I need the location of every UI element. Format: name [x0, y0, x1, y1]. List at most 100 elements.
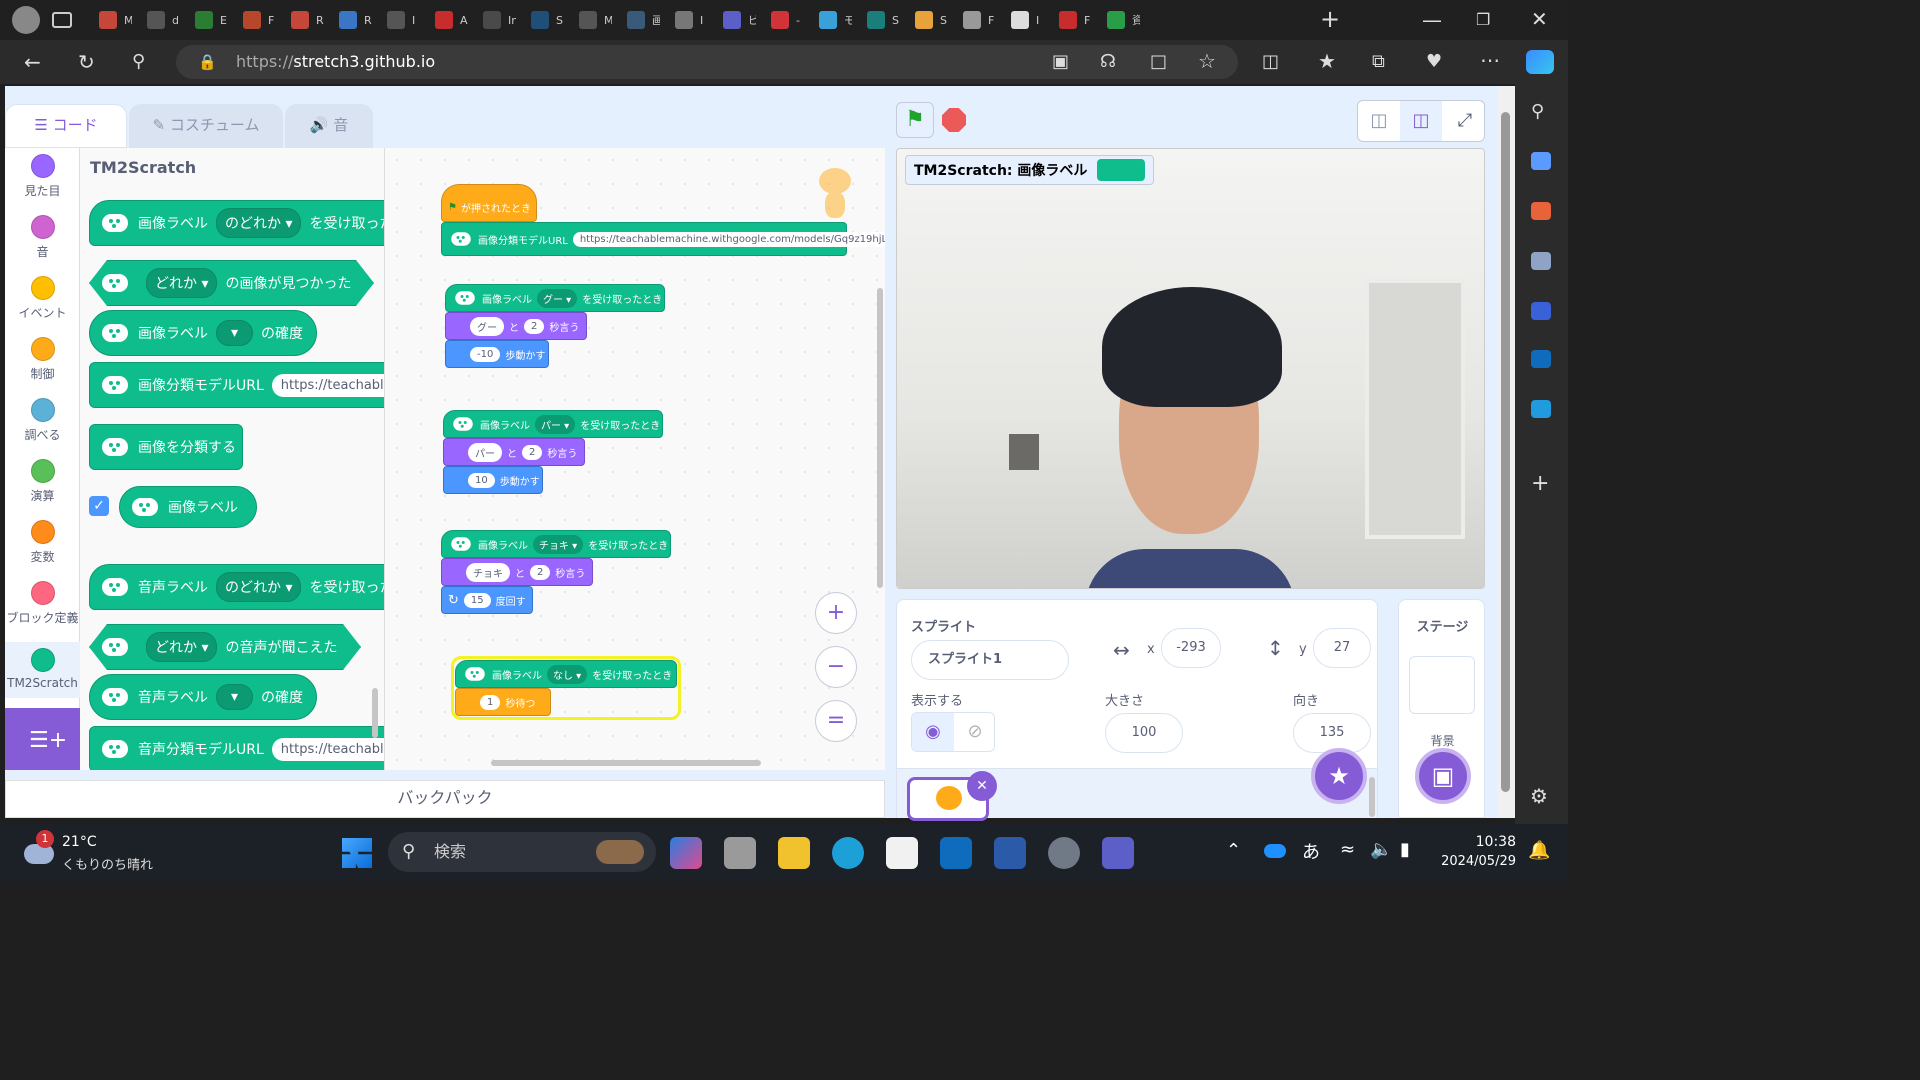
notification-bell-icon[interactable]: 🔔: [1528, 840, 1550, 861]
browser-tab-title[interactable]: F: [988, 14, 996, 27]
palette-scrollbar[interactable]: [372, 688, 378, 738]
clock-date[interactable]: 2024/05/29: [1440, 854, 1516, 869]
tools-icon[interactable]: [1531, 202, 1551, 220]
browser-tab-favicon[interactable]: [1059, 11, 1077, 29]
label-dropdown[interactable]: ▾: [216, 320, 254, 346]
zoom-in-button[interactable]: +: [815, 592, 857, 634]
wait-secs-field[interactable]: 1: [480, 694, 501, 710]
refresh-icon[interactable]: ↻: [78, 52, 95, 72]
degrees-field[interactable]: 15: [463, 592, 491, 608]
fullscreen-icon[interactable]: ⤢: [1444, 101, 1486, 141]
label-dropdown[interactable]: チョキ ▾: [533, 534, 584, 554]
browser-tab-favicon[interactable]: [579, 11, 597, 29]
back-icon[interactable]: ←: [24, 52, 41, 72]
browser-tab-title[interactable]: M: [604, 14, 612, 27]
hide-eye-icon[interactable]: ⊘: [954, 713, 994, 751]
browser-tab-favicon[interactable]: [435, 11, 453, 29]
model-url-field[interactable]: https://teachablemachine.withgoogle.com/…: [572, 231, 885, 247]
browser-tab-favicon[interactable]: [771, 11, 789, 29]
browser-tab-favicon[interactable]: [819, 11, 837, 29]
steps-field[interactable]: 10: [468, 472, 495, 488]
label-dropdown[interactable]: ▾: [216, 684, 254, 710]
browser-tab-title[interactable]: d: [172, 14, 180, 27]
when-label-received-block[interactable]: 画像ラベル なし ▾ を受け取ったとき: [455, 660, 677, 688]
performance-icon[interactable]: ♥: [1426, 52, 1442, 72]
microsoft365-icon[interactable]: [1531, 302, 1551, 320]
word-app-icon[interactable]: [994, 837, 1026, 869]
browser-tab-title[interactable]: F: [268, 14, 276, 27]
add-sidebar-icon[interactable]: +: [1531, 473, 1549, 495]
favorites-icon[interactable]: ★: [1318, 51, 1336, 71]
say-for-secs-block[interactable]: チョキ と 2 秒言う: [441, 558, 593, 586]
browser-tab-favicon[interactable]: [531, 11, 549, 29]
browser-tab-favicon[interactable]: [243, 11, 261, 29]
secs-field[interactable]: 2: [524, 318, 545, 334]
browser-tab-title[interactable]: In: [508, 14, 516, 27]
browser-tab-favicon[interactable]: [195, 11, 213, 29]
label-dropdown[interactable]: なし ▾: [547, 664, 588, 684]
start-windows-icon[interactable]: [342, 838, 372, 868]
category-2[interactable]: イベント: [5, 276, 80, 321]
block-palette[interactable]: TM2Scratch 画像ラベル のどれか ▾ を受け取った どれか ▾ の画像…: [80, 148, 385, 770]
weather-cloud-icon[interactable]: [24, 844, 54, 864]
collections-icon[interactable]: ⧉: [1372, 52, 1385, 72]
block-image-found[interactable]: どれか ▾ の画像が見つかった: [89, 260, 374, 306]
say-text-field[interactable]: チョキ: [466, 562, 510, 582]
browser-tab-title[interactable]: 資: [1132, 12, 1140, 28]
label-dropdown[interactable]: のどれか ▾: [216, 208, 302, 238]
browser-tab-favicon[interactable]: [963, 11, 981, 29]
browser-tab-title[interactable]: S: [556, 14, 564, 27]
add-extension-button[interactable]: ☰+: [5, 708, 80, 770]
games-icon[interactable]: [1531, 252, 1551, 270]
tray-chevron-icon[interactable]: ⌃: [1226, 840, 1241, 861]
browser-tab-favicon[interactable]: [723, 11, 741, 29]
sprite-list-scrollbar[interactable]: [1369, 777, 1375, 817]
block-sound-model-url[interactable]: 音声分類モデルURL https://teachablem: [89, 726, 384, 770]
browser-tab-title[interactable]: 画: [652, 12, 660, 28]
browser-tab-favicon[interactable]: [1011, 11, 1029, 29]
image-label-checkbox[interactable]: ✓: [89, 496, 109, 516]
move-steps-block[interactable]: -10 歩動かす: [445, 340, 549, 368]
page-scrollbar[interactable]: [1497, 86, 1515, 818]
category-8[interactable]: TM2Scratch: [5, 642, 80, 698]
browser-tab-title[interactable]: F: [1084, 14, 1092, 27]
category-3[interactable]: 制御: [5, 337, 80, 382]
tab-code[interactable]: ☰ コード: [5, 104, 127, 148]
y-input[interactable]: 27: [1313, 628, 1371, 668]
category-1[interactable]: 音: [5, 215, 80, 260]
size-input[interactable]: 100: [1105, 713, 1183, 753]
label-dropdown[interactable]: グー ▾: [537, 288, 578, 308]
turn-degrees-block[interactable]: ↻ 15 度回す: [441, 586, 533, 614]
block-classify-image[interactable]: 画像を分類する: [89, 424, 243, 470]
minimize-icon[interactable]: —: [1422, 10, 1442, 30]
settings-gear-icon[interactable]: ⚙: [1530, 786, 1548, 806]
volume-icon[interactable]: 🔈: [1370, 839, 1392, 860]
search-icon[interactable]: ⚲: [132, 52, 145, 72]
code-horizontal-scrollbar[interactable]: [491, 760, 761, 766]
delete-sprite-icon[interactable]: ✕: [967, 771, 997, 801]
file-explorer-icon[interactable]: [778, 837, 810, 869]
drop-icon[interactable]: [1531, 400, 1551, 418]
secs-field[interactable]: 2: [530, 564, 551, 580]
edge-app-icon[interactable]: [832, 837, 864, 869]
app-available-icon[interactable]: □: [1150, 52, 1167, 72]
browser-tab-favicon[interactable]: [1107, 11, 1125, 29]
green-flag-button[interactable]: ⚑: [896, 102, 934, 138]
browser-tab-favicon[interactable]: [915, 11, 933, 29]
block-image-model-url[interactable]: 画像分類モデルURL https://teachablem: [89, 362, 384, 408]
sidebar-search-icon[interactable]: ⚲: [1531, 102, 1544, 122]
settings-app-icon[interactable]: [1048, 837, 1080, 869]
browser-tab-favicon[interactable]: [627, 11, 645, 29]
browser-tab-title[interactable]: M: [124, 14, 132, 27]
shopping-icon[interactable]: [1531, 152, 1551, 170]
url-input[interactable]: 🔒 https://stretch3.github.io: [176, 45, 1238, 79]
new-tab-icon[interactable]: +: [1320, 7, 1340, 31]
backpack-bar[interactable]: バックパック: [5, 780, 885, 818]
taskbar-search-input[interactable]: ⚲ 検索: [388, 832, 656, 872]
browser-tab-title[interactable]: S: [940, 14, 948, 27]
browser-tab-title[interactable]: A: [460, 14, 468, 27]
script-area[interactable]: ⚑ が押されたとき 画像分類モデルURL https://teachablema…: [385, 148, 885, 770]
block-sound-confidence[interactable]: 音声ラベル ▾ の確度: [89, 674, 317, 720]
task-view-icon[interactable]: [724, 837, 756, 869]
browser-tab-title[interactable]: I: [700, 14, 708, 27]
